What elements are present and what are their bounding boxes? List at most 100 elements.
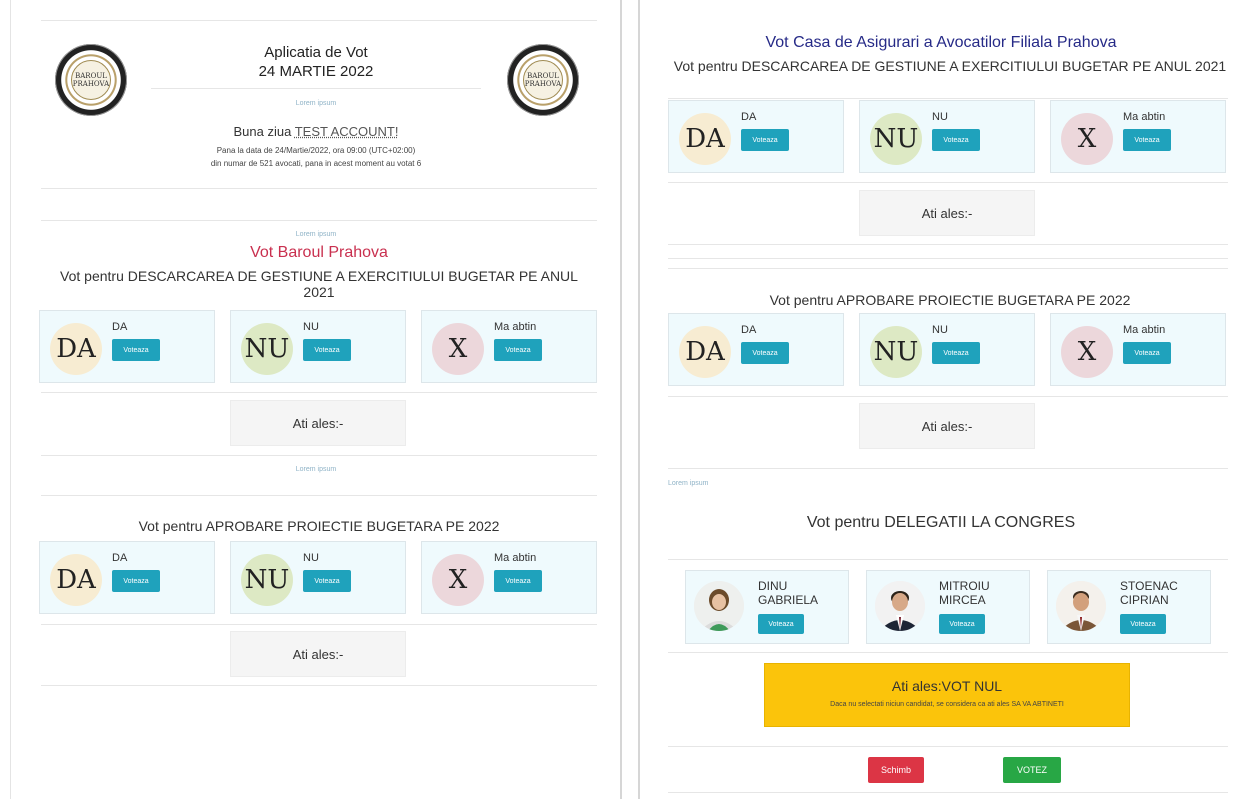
divider — [41, 392, 597, 393]
candidate-photo-icon — [694, 581, 744, 631]
option-label: DA — [112, 552, 128, 564]
right-voting-panel: Vot Casa de Asigurari a Avocatilor Filia… — [638, 0, 1240, 799]
delegates-title: Vot pentru DELEGATII LA CONGRES — [806, 514, 1076, 531]
option-card-abtin: X Ma abtin Voteaza — [421, 310, 597, 383]
candidate-photo-icon — [875, 581, 925, 631]
option-label: Ma abtin — [494, 321, 537, 333]
question-descarcare: Vot pentru DESCARCAREA DE GESTIUNE A EXE… — [673, 58, 1227, 74]
chosen-status: Ati ales:- — [859, 190, 1035, 236]
candidate-card: DINU GABRIELA Voteaza — [685, 570, 849, 644]
option-label: NU — [932, 324, 948, 336]
left-voting-panel: BAROUL PRAHOVA BAROUL PRAHOVA Aplicatia … — [10, 0, 622, 799]
vote-abtin-button[interactable]: Voteaza — [494, 339, 542, 361]
option-card-abtin: X Ma abtin Voteaza — [1050, 100, 1226, 173]
vote-da-button[interactable]: Voteaza — [741, 129, 789, 151]
option-label: DA — [741, 324, 757, 336]
vote-da-button[interactable]: Voteaza — [112, 339, 160, 361]
option-card-nu: NU NU Voteaza — [859, 100, 1035, 173]
info-line-2: din numar de 521 avocati, pana in acest … — [210, 159, 422, 168]
baroul-seal-left: BAROUL PRAHOVA — [55, 44, 127, 116]
abstain-x-icon: X — [432, 554, 484, 606]
da-icon: DA — [50, 554, 102, 606]
candidate-photo-icon — [1056, 581, 1106, 631]
divider — [668, 268, 1228, 269]
nu-icon: NU — [241, 554, 293, 606]
option-label: NU — [303, 552, 319, 564]
app-date: 24 MARTIE 2022 — [258, 63, 374, 80]
divider — [668, 559, 1228, 560]
question-proiectie: Vot pentru APROBARE PROIECTIE BUGETARA P… — [769, 292, 1131, 308]
vote-da-button[interactable]: Voteaza — [112, 570, 160, 592]
option-card-abtin: X Ma abtin Voteaza — [1050, 313, 1226, 386]
divider — [41, 624, 597, 625]
vote-abtin-button[interactable]: Voteaza — [1123, 342, 1171, 364]
greeting: Buna ziua TEST ACCOUNT! — [111, 124, 521, 139]
candidate-first-name: GABRIELA — [758, 593, 819, 607]
vote-da-button[interactable]: Voteaza — [741, 342, 789, 364]
divider — [41, 20, 597, 21]
option-label: NU — [932, 111, 948, 123]
chosen-status: Ati ales:- — [859, 403, 1035, 449]
candidate-name: MITROIU MIRCEA — [939, 579, 1029, 607]
da-icon: DA — [679, 113, 731, 165]
info-line-1: Pana la data de 24/Martie/2022, ora 09:0… — [216, 146, 416, 155]
divider — [151, 88, 481, 89]
vote-nu-button[interactable]: Voteaza — [303, 570, 351, 592]
nu-icon: NU — [870, 113, 922, 165]
option-card-abtin: X Ma abtin Voteaza — [421, 541, 597, 614]
vote-abtin-button[interactable]: Voteaza — [1123, 129, 1171, 151]
option-label: Ma abtin — [1123, 324, 1166, 336]
divider — [668, 244, 1228, 245]
divider — [41, 455, 597, 456]
divider — [41, 495, 597, 496]
abstain-x-icon: X — [1061, 326, 1113, 378]
option-card-da: DA DA Voteaza — [668, 100, 844, 173]
da-icon: DA — [50, 323, 102, 375]
section-title-baroul: Vot Baroul Prahova — [250, 244, 388, 261]
vote-abtin-button[interactable]: Voteaza — [494, 570, 542, 592]
alert-text: Daca nu selectati niciun candidat, se co… — [830, 701, 1064, 708]
question-proiectie: Vot pentru APROBARE PROIECTIE BUGETARA P… — [138, 518, 500, 534]
vote-nu-button[interactable]: Voteaza — [303, 339, 351, 361]
tiny-label: Lorem ipsum — [295, 100, 337, 107]
vote-candidate-button[interactable]: Voteaza — [758, 614, 804, 634]
option-label: Ma abtin — [494, 552, 537, 564]
vote-nu-button[interactable]: Voteaza — [932, 129, 980, 151]
separator-label: Lorem ipsum — [295, 231, 337, 238]
change-button[interactable]: Schimb — [868, 757, 924, 783]
divider — [41, 685, 597, 686]
option-card-nu: NU NU Voteaza — [230, 541, 406, 614]
candidate-card: MITROIU MIRCEA Voteaza — [866, 570, 1030, 644]
option-label: DA — [741, 111, 757, 123]
candidate-last-name: MITROIU — [939, 579, 990, 593]
option-card-nu: NU NU Voteaza — [859, 313, 1035, 386]
alert-title: Ati ales:VOT NUL — [891, 678, 1003, 694]
divider — [668, 258, 1228, 259]
candidate-first-name: CIPRIAN — [1120, 593, 1169, 607]
divider — [668, 182, 1228, 183]
candidate-name: STOENAC CIPRIAN — [1120, 579, 1210, 607]
da-icon: DA — [679, 326, 731, 378]
candidate-first-name: MIRCEA — [939, 593, 986, 607]
vote-nu-button[interactable]: Voteaza — [932, 342, 980, 364]
abstain-x-icon: X — [1061, 113, 1113, 165]
option-card-da: DA DA Voteaza — [39, 541, 215, 614]
chosen-status: Ati ales:- — [230, 631, 406, 677]
candidate-name: DINU GABRIELA — [758, 579, 848, 607]
divider — [668, 652, 1228, 653]
separator-label: Lorem ipsum — [668, 480, 709, 487]
baroul-seal-right: BAROUL PRAHOVA — [507, 44, 579, 116]
divider — [668, 792, 1228, 793]
vote-candidate-button[interactable]: Voteaza — [1120, 614, 1166, 634]
submit-vote-button[interactable]: VOTEZ — [1003, 757, 1061, 783]
option-card-da: DA DA Voteaza — [668, 313, 844, 386]
candidate-card: STOENAC CIPRIAN Voteaza — [1047, 570, 1211, 644]
option-label: NU — [303, 321, 319, 333]
abstain-x-icon: X — [432, 323, 484, 375]
greeting-prefix: Buna ziua — [233, 124, 295, 139]
seal-text: BAROUL PRAHOVA — [71, 60, 111, 100]
divider — [668, 98, 1228, 99]
divider — [668, 746, 1228, 747]
vote-candidate-button[interactable]: Voteaza — [939, 614, 985, 634]
selection-alert: Ati ales:VOT NUL Daca nu selectati niciu… — [764, 663, 1130, 727]
